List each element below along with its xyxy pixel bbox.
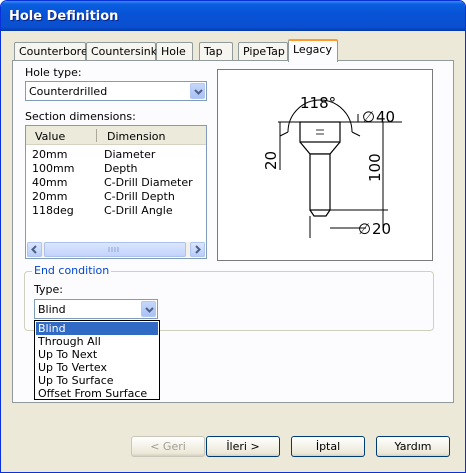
chevron-right-icon	[195, 245, 201, 254]
chevron-down-icon[interactable]	[190, 83, 205, 99]
row-value: 20mm	[32, 190, 68, 203]
window-title: Hole Definition	[9, 9, 119, 24]
row-value: 100mm	[32, 162, 75, 175]
scroll-left-button[interactable]	[27, 242, 42, 257]
list-item[interactable]: 20mm Diameter	[26, 148, 206, 162]
end-condition-legend: End condition	[32, 264, 112, 277]
diameter-symbol-icon: ∅	[358, 220, 371, 238]
column-header-value[interactable]: Value	[35, 130, 65, 143]
cdrill-depth-label: 20	[262, 151, 280, 170]
tab-counterbore[interactable]: Counterbore	[14, 42, 88, 61]
section-dimensions-label: Section dimensions:	[25, 110, 136, 123]
help-button[interactable]: Yardım	[376, 436, 450, 457]
chevron-left-icon	[31, 245, 37, 254]
tab-label: PipeTap	[243, 45, 285, 58]
option-up-to-next[interactable]: Up To Next	[36, 348, 158, 361]
row-value: 20mm	[32, 148, 68, 161]
grip-icon	[108, 247, 119, 252]
scroll-right-button[interactable]	[190, 242, 205, 257]
option-up-to-vertex[interactable]: Up To Vertex	[36, 361, 158, 374]
hole-type-select[interactable]: Counterdrilled	[25, 81, 207, 101]
scroll-thumb[interactable]	[44, 242, 186, 257]
end-condition-dropdown[interactable]: Blind Through All Up To Next Up To Verte…	[34, 320, 160, 400]
hole-diagram: 118° ∅ 40 20 100 ∅ 20	[262, 94, 402, 238]
list-item[interactable]: 40mm C-Drill Diameter	[26, 176, 206, 190]
diameter-symbol-icon: ∅	[362, 108, 375, 126]
column-header-dimension[interactable]: Dimension	[107, 130, 165, 143]
title-bar[interactable]: Hole Definition	[1, 1, 465, 31]
hole-type-value: Counterdrilled	[29, 85, 108, 98]
back-button[interactable]: < Geri	[131, 436, 205, 457]
hole-type-label: Hole type:	[25, 66, 82, 79]
section-dimensions-list[interactable]: Value Dimension 20mm Diameter 100mm Dept…	[25, 125, 207, 259]
tab-label: Tap	[204, 45, 223, 58]
tab-label: Hole	[161, 45, 186, 58]
tab-label: Countersink	[91, 45, 158, 58]
row-dimension: Depth	[104, 162, 138, 175]
option-through-all[interactable]: Through All	[36, 335, 158, 348]
list-header: Value Dimension	[26, 126, 206, 145]
row-dimension: C-Drill Depth	[104, 190, 175, 203]
option-offset-from-surface[interactable]: Offset From Surface	[36, 387, 158, 400]
tab-label: Counterbore	[19, 45, 88, 58]
option-up-to-surface[interactable]: Up To Surface	[36, 374, 158, 387]
row-dimension: Diameter	[104, 148, 156, 161]
hole-preview: 118° ∅ 40 20 100 ∅ 20	[217, 69, 433, 261]
end-condition-type-select[interactable]: Blind	[34, 299, 158, 319]
tab-label: Legacy	[293, 43, 332, 56]
tab-hole[interactable]: Hole	[156, 42, 193, 61]
next-button[interactable]: İleri >	[206, 436, 280, 457]
chevron-down-icon[interactable]	[141, 301, 156, 317]
tab-tap[interactable]: Tap	[199, 42, 233, 61]
horizontal-scrollbar[interactable]	[27, 242, 205, 257]
cancel-button[interactable]: İptal	[291, 436, 365, 457]
top-diameter-label: 40	[376, 108, 395, 126]
tab-legacy[interactable]: Legacy	[288, 39, 338, 62]
list-item[interactable]: 20mm C-Drill Depth	[26, 190, 206, 204]
bottom-diameter-label: 20	[372, 220, 391, 238]
tab-countersink[interactable]: Countersink	[86, 42, 158, 61]
row-dimension: C-Drill Diameter	[104, 176, 193, 189]
list-item[interactable]: 100mm Depth	[26, 162, 206, 176]
list-item[interactable]: 118deg C-Drill Angle	[26, 204, 206, 218]
option-blind[interactable]: Blind	[36, 322, 158, 335]
column-separator[interactable]	[96, 129, 97, 142]
hole-definition-dialog: Hole Definition Counterbore Countersink …	[0, 0, 466, 473]
row-value: 40mm	[32, 176, 68, 189]
row-value: 118deg	[32, 204, 74, 217]
end-condition-value: Blind	[38, 303, 66, 316]
tab-pipetap[interactable]: PipeTap	[238, 42, 288, 61]
row-dimension: C-Drill Angle	[104, 204, 173, 217]
angle-label: 118°	[300, 94, 336, 112]
depth-label: 100	[366, 153, 384, 182]
end-condition-type-label: Type:	[34, 283, 63, 296]
